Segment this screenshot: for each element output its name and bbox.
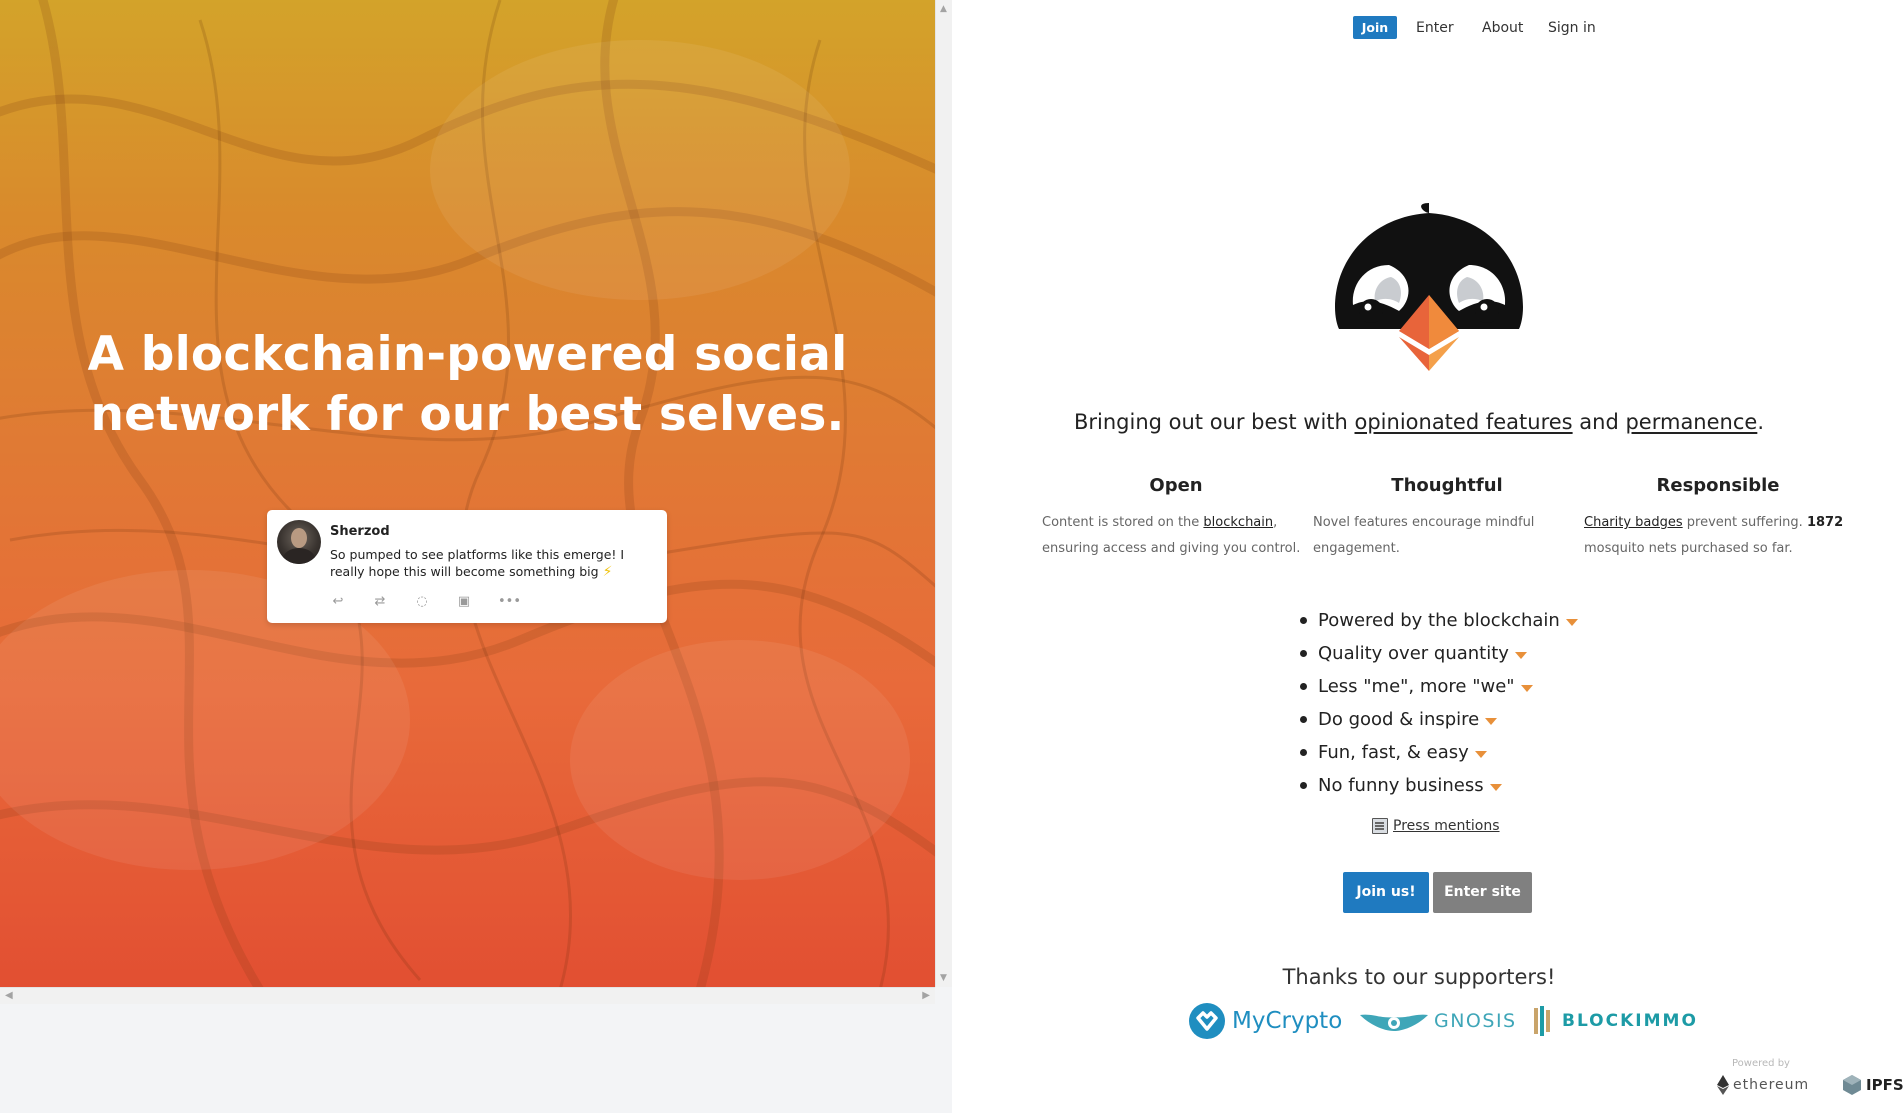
post-actions: ↩ ⇄ ◌ ▣ •••	[330, 594, 521, 609]
hero-title: A blockchain-powered social network for …	[87, 327, 848, 442]
tip-icon[interactable]: ▣	[456, 594, 472, 609]
repost-icon[interactable]: ⇄	[372, 594, 388, 609]
join-us-button[interactable]: Join us!	[1343, 872, 1429, 913]
column-text: Content is stored on the blockchain, ens…	[1042, 515, 1301, 556]
feature-item[interactable]: No funny business	[1298, 769, 1578, 802]
nav-enter-link[interactable]: Enter	[1416, 20, 1454, 36]
charity-badges-link[interactable]: Charity badges	[1584, 515, 1683, 530]
scroll-right-icon[interactable]: ▶	[922, 990, 930, 1001]
top-nav: Join Enter About Sign in	[1303, 16, 1903, 40]
permanence-link[interactable]: permanence	[1625, 410, 1757, 434]
feature-item[interactable]: Less "me", more "we"	[1298, 670, 1578, 703]
caret-down-icon[interactable]	[1565, 618, 1578, 626]
blockimmo-icon	[1534, 1006, 1550, 1036]
caret-down-icon[interactable]	[1474, 750, 1487, 758]
sample-post-card[interactable]: Sherzod So pumped to see platforms like …	[267, 510, 667, 623]
left-pane: A blockchain-powered social network for …	[0, 0, 952, 1113]
powered-by-label: Powered by	[1732, 1058, 1790, 1069]
newspaper-icon	[1372, 818, 1388, 834]
lightning-icon: ⚡	[602, 564, 613, 580]
press-mentions-link[interactable]: Press mentions	[1372, 818, 1500, 834]
hero-texture	[0, 0, 935, 987]
column-text: Novel features encourage mindful engagem…	[1313, 515, 1535, 556]
opinionated-features-link[interactable]: opinionated features	[1355, 410, 1573, 434]
vertical-scrollbar[interactable]: ▲ ▼	[935, 0, 952, 987]
feature-item[interactable]: Powered by the blockchain	[1298, 604, 1578, 637]
nav-join-button[interactable]: Join	[1353, 16, 1397, 39]
horizontal-scrollbar[interactable]: ◀ ▶	[0, 987, 935, 1004]
post-message: So pumped to see platforms like this eme…	[330, 547, 625, 580]
avatar[interactable]	[277, 520, 321, 564]
caret-down-icon[interactable]	[1514, 651, 1527, 659]
ipfs-icon	[1843, 1075, 1861, 1095]
feature-item[interactable]: Do good & inspire	[1298, 703, 1578, 736]
ethereum-icon	[1717, 1075, 1729, 1095]
blockimmo-logo[interactable]: BLOCKIMMO	[1532, 1000, 1698, 1042]
caret-down-icon[interactable]	[1520, 684, 1533, 692]
ipfs-logo[interactable]: IPFS	[1841, 1074, 1903, 1096]
feature-item[interactable]: Quality over quantity	[1298, 637, 1578, 670]
mosquito-net-count: 1872	[1806, 515, 1844, 530]
more-icon[interactable]: •••	[498, 594, 521, 609]
like-icon[interactable]: ◌	[414, 594, 430, 609]
enter-site-button[interactable]: Enter site	[1433, 872, 1532, 913]
column-responsible: Responsible Charity badges prevent suffe…	[1584, 475, 1852, 562]
gnosis-logo[interactable]: GNOSIS	[1358, 1000, 1517, 1042]
scroll-left-icon[interactable]: ◀	[5, 990, 13, 1001]
scroll-up-icon[interactable]: ▲	[940, 4, 947, 14]
penguin-logo	[1335, 203, 1523, 371]
feature-list: Powered by the blockchain Quality over q…	[1298, 604, 1578, 802]
feature-item[interactable]: Fun, fast, & easy	[1298, 736, 1578, 769]
nav-about-link[interactable]: About	[1482, 20, 1523, 36]
ethereum-logo[interactable]: ethereum	[1717, 1074, 1809, 1096]
gnosis-icon	[1360, 1014, 1428, 1031]
column-title: Thoughtful	[1391, 475, 1503, 496]
caret-down-icon[interactable]	[1489, 783, 1502, 791]
column-title: Responsible	[1656, 475, 1780, 496]
blockchain-link[interactable]: blockchain	[1203, 515, 1273, 530]
column-text: Charity badges prevent suffering. 1872 m…	[1584, 515, 1844, 556]
nav-sign-in-link[interactable]: Sign in	[1548, 20, 1596, 36]
caret-down-icon[interactable]	[1485, 717, 1498, 725]
hero-panel[interactable]: A blockchain-powered social network for …	[0, 0, 935, 987]
reply-icon[interactable]: ↩	[330, 594, 346, 609]
column-title: Open	[1149, 475, 1203, 496]
supporters-heading: Thanks to our supporters!	[1282, 965, 1556, 989]
mycrypto-logo[interactable]: MyCrypto	[1188, 1000, 1342, 1042]
column-thoughtful: Thoughtful Novel features encourage mind…	[1313, 475, 1581, 562]
post-author[interactable]: Sherzod	[330, 524, 390, 539]
mycrypto-icon	[1189, 1003, 1225, 1039]
tagline: Bringing out our best with opinionated f…	[1073, 410, 1765, 434]
column-open: Open Content is stored on the blockchain…	[1042, 475, 1310, 562]
